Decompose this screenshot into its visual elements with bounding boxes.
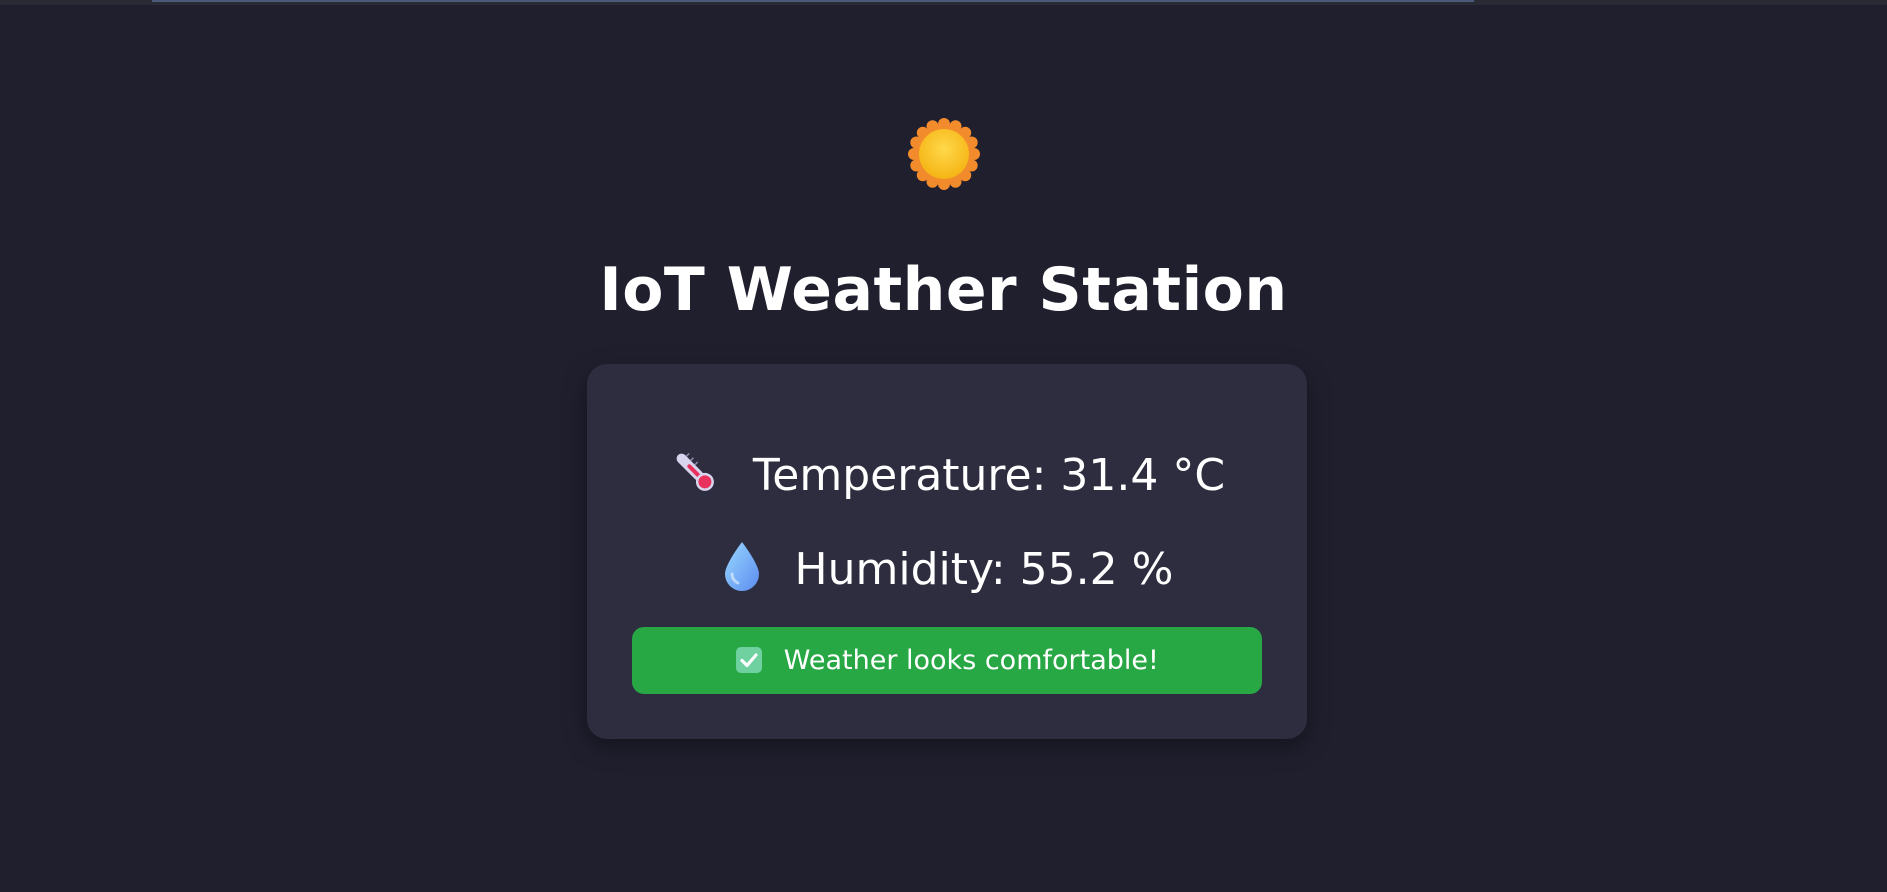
- temperature-reading: Temperature: 31.4 °C: [587, 446, 1307, 504]
- temperature-label: Temperature: 31.4 °C: [752, 450, 1226, 501]
- check-mark-icon: [735, 645, 784, 676]
- browser-tab-indicator: [152, 0, 1474, 2]
- sun-icon: [907, 118, 980, 190]
- status-banner: Weather looks comfortable!: [632, 627, 1262, 694]
- humidity-reading: Humidity: 55.2 %: [587, 540, 1307, 598]
- page-title: IoT Weather Station: [599, 255, 1288, 325]
- weather-card: Temperature: 31.4 °C Humidity: 55.2 % We…: [587, 364, 1307, 739]
- thermometer-icon: [669, 450, 753, 501]
- header: [0, 118, 1887, 194]
- humidity-label: Humidity: 55.2 %: [794, 544, 1174, 595]
- water-drop-icon: [721, 542, 795, 595]
- status-message: Weather looks comfortable!: [783, 645, 1159, 676]
- browser-top-bar: [0, 0, 1887, 5]
